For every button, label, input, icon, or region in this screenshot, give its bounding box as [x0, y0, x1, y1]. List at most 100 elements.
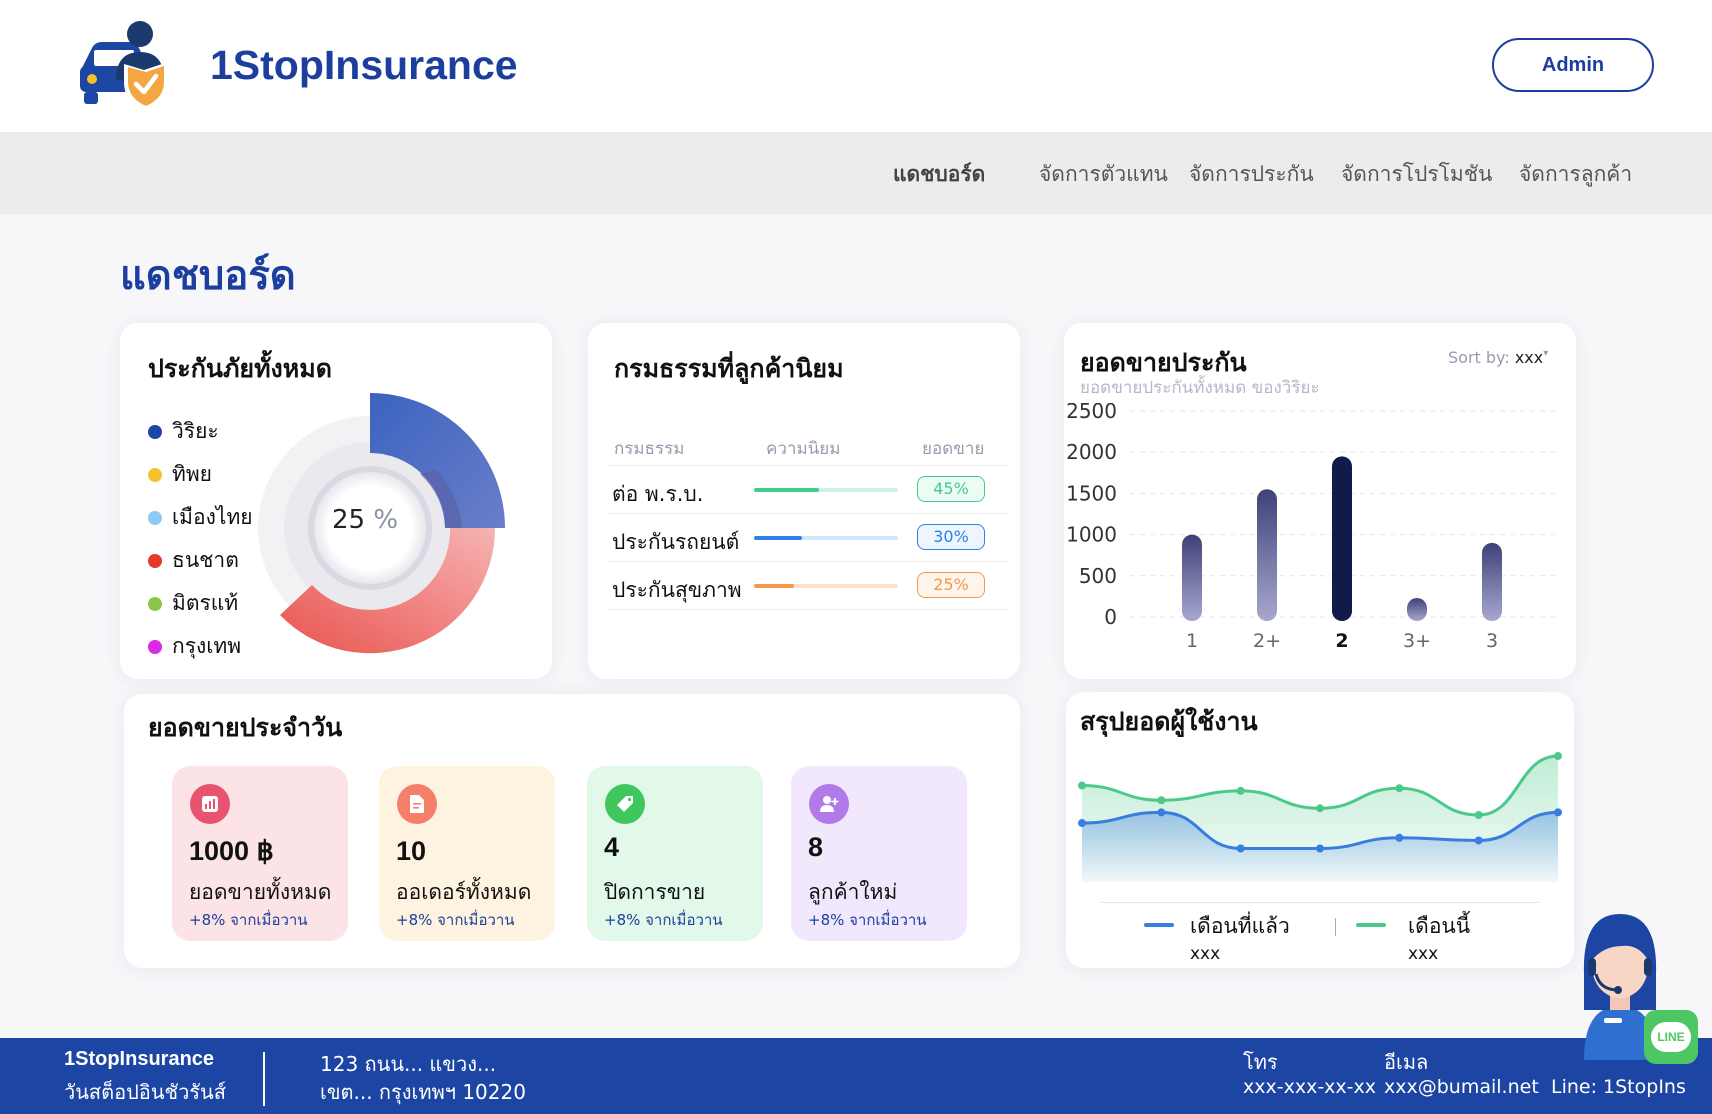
- bar: [1332, 456, 1352, 621]
- legend-label: วิริยะ: [172, 419, 219, 443]
- stat-label: ยอดขายทั้งหมด: [189, 880, 332, 904]
- donut-unit: %: [373, 505, 399, 535]
- footer-phone[interactable]: xxx-xxx-xx-xx: [1243, 1076, 1376, 1098]
- footer-brand: 1StopInsurance: [64, 1048, 215, 1070]
- data-point: [1157, 808, 1166, 817]
- legend-dot: [148, 467, 162, 482]
- nav-item-promotions[interactable]: จัดการโปรโมชัน: [1341, 158, 1492, 191]
- legend-label: มิตรแท้: [172, 591, 239, 615]
- insurance-card: ประกันภัยทั้งหมด วิริยะ ทิพย เมืองไทย ธน…: [120, 323, 552, 679]
- data-point: [1395, 833, 1404, 842]
- footer-address-line2: เขต... กรุงเทพฯ 10220: [320, 1080, 526, 1104]
- y-tick-label: 0: [1104, 605, 1117, 629]
- footer-email[interactable]: xxx@bumail.net: [1384, 1076, 1539, 1098]
- add-user-icon: [809, 784, 849, 824]
- popularity-bar: [754, 584, 898, 588]
- stat-tile-closed-sales[interactable]: 4 ปิดการขาย +8% จากเมื่อวาน: [587, 766, 763, 941]
- stat-value: 8: [808, 832, 824, 862]
- policy-name: ประกันรถยนต์: [612, 530, 740, 554]
- column-header-sales: ยอดขาย: [922, 439, 985, 459]
- users-summary-card: สรุปยอดผู้ใช้งาน เดือนที่แล้ว xxx เดือนน…: [1066, 692, 1574, 968]
- stat-label: ลูกค้าใหม่: [808, 880, 898, 904]
- stat-tile-total-orders[interactable]: 10 ออเดอร์ทั้งหมด +8% จากเมื่อวาน: [379, 766, 555, 941]
- users-area-chart: [1078, 752, 1562, 882]
- legend-dot: [148, 639, 162, 654]
- legend-dot: [148, 510, 162, 525]
- data-point: [1395, 784, 1404, 793]
- legend-value-this-month: xxx: [1408, 944, 1439, 964]
- stat-label: ออเดอร์ทั้งหมด: [396, 880, 532, 904]
- support-agent-widget[interactable]: LINE: [1560, 910, 1700, 1064]
- footer-brand-th: วันสต็อปอินชัวรันส์: [64, 1080, 226, 1104]
- footer-line-id[interactable]: Line: 1StopIns: [1551, 1076, 1686, 1098]
- bar: [1182, 534, 1202, 621]
- stat-value: 1000 ฿: [189, 836, 274, 866]
- brand-name: 1StopInsurance: [210, 42, 518, 88]
- sales-bar-chart: 0 500 1000 1500 2000 2500 1 2+ 2 3+ 3: [1066, 403, 1560, 652]
- data-point: [1316, 804, 1324, 813]
- legend-divider: [1100, 902, 1540, 903]
- data-point: [1236, 786, 1245, 795]
- data-point: [1554, 808, 1562, 817]
- table-row[interactable]: ประกันรถยนต์ 30%: [608, 514, 1008, 562]
- line-badge[interactable]: LINE: [1644, 1010, 1698, 1064]
- legend-label-last-month: เดือนที่แล้ว: [1190, 914, 1290, 938]
- y-tick-label: 1500: [1066, 481, 1117, 505]
- data-point: [1316, 844, 1324, 853]
- footer: 1StopInsurance วันสต็อปอินชัวรันส์ 123 ถ…: [0, 1038, 1712, 1114]
- sort-dropdown[interactable]: Sort by: xxx▾: [1448, 348, 1548, 367]
- data-point: [1078, 819, 1086, 828]
- donut-center-value: 25 %: [305, 505, 425, 535]
- daily-card-title: ยอดขายประจำวัน: [148, 713, 343, 742]
- admin-button[interactable]: Admin: [1492, 38, 1654, 92]
- sales-card: ยอดขายประกัน ยอดขายประกันทั้งหมด ของวิริ…: [1064, 323, 1576, 679]
- x-tick-label: 3: [1486, 630, 1498, 652]
- column-header-policy: กรมธรรม: [614, 439, 685, 459]
- legend-dot: [148, 424, 162, 439]
- stat-label: ปิดการขาย: [604, 880, 706, 904]
- popularity-bar: [754, 488, 898, 492]
- data-point: [1554, 752, 1562, 761]
- table-row[interactable]: ประกันสุขภาพ 25%: [608, 562, 1008, 610]
- legend-dot: [148, 553, 162, 568]
- table-row[interactable]: ต่อ พ.ร.บ. 45%: [608, 466, 1008, 514]
- footer-phone-label: โทร: [1243, 1050, 1278, 1074]
- sales-card-subtitle: ยอดขายประกันทั้งหมด ของวิริยะ: [1080, 378, 1320, 398]
- nav-item-dashboard[interactable]: แดชบอร์ด: [893, 158, 985, 191]
- sales-badge: 30%: [917, 524, 985, 550]
- main-nav: แดชบอร์ด จัดการตัวแทน จัดการประกัน จัดกา…: [0, 132, 1712, 214]
- legend-item: กรุงเทพ: [148, 630, 241, 663]
- popularity-bar-fill: [754, 584, 794, 588]
- stat-value: 10: [396, 836, 427, 866]
- stat-change: +8% จากเมื่อวาน: [808, 911, 927, 929]
- legend-dot: [148, 596, 162, 611]
- document-icon: [397, 784, 437, 824]
- bar: [1257, 489, 1277, 621]
- y-tick-label: 1000: [1066, 523, 1117, 547]
- sort-label: Sort by:: [1448, 348, 1510, 367]
- nav-item-customers[interactable]: จัดการลูกค้า: [1519, 158, 1632, 191]
- y-tick-label: 2000: [1066, 440, 1117, 464]
- legend-line-last-month: [1144, 923, 1174, 927]
- nav-item-agents[interactable]: จัดการตัวแทน: [1039, 158, 1168, 191]
- popularity-bar: [754, 536, 898, 540]
- popularity-bar-fill: [754, 488, 819, 492]
- stat-tile-total-sales[interactable]: 1000 ฿ ยอดขายทั้งหมด +8% จากเมื่อวาน: [172, 766, 348, 941]
- daily-sales-card: ยอดขายประจำวัน 1000 ฿ ยอดขายทั้งหมด +8% …: [124, 694, 1020, 968]
- nav-item-insurance[interactable]: จัดการประกัน: [1189, 158, 1314, 191]
- stat-change: +8% จากเมื่อวาน: [604, 911, 723, 929]
- bar: [1407, 598, 1427, 621]
- legend-item: มิตรแท้: [148, 587, 238, 620]
- legend-label: เมืองไทย: [172, 505, 253, 529]
- stat-tile-new-customers[interactable]: 8 ลูกค้าใหม่ +8% จากเมื่อวาน: [791, 766, 967, 941]
- stat-change: +8% จากเมื่อวาน: [396, 911, 515, 929]
- data-point: [1078, 781, 1086, 790]
- car-user-shield-icon: [80, 21, 168, 110]
- legend-line-this-month: [1356, 923, 1386, 927]
- data-point: [1474, 836, 1483, 845]
- policy-name: ประกันสุขภาพ: [612, 578, 742, 602]
- legend-item: วิริยะ: [148, 415, 219, 448]
- users-card-title: สรุปยอดผู้ใช้งาน: [1080, 707, 1258, 736]
- popular-card-title: กรมธรรมที่ลูกค้านิยม: [614, 354, 844, 383]
- column-header-popularity: ความนิยม: [766, 439, 841, 459]
